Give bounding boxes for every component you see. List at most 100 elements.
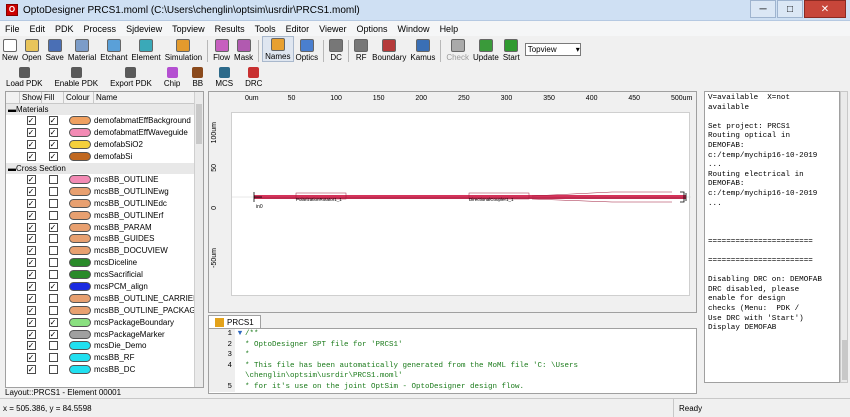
show-checkbox[interactable]: ✓ bbox=[26, 116, 36, 126]
layer-row[interactable]: ✓ ✓ mcsPackageMarker bbox=[6, 328, 203, 340]
colour-swatch[interactable] bbox=[69, 198, 91, 208]
etchant-button[interactable]: Etchant bbox=[98, 36, 129, 62]
colour-swatch[interactable] bbox=[69, 152, 91, 162]
input-port-icon[interactable] bbox=[253, 192, 262, 202]
show-checkbox[interactable]: ✓ bbox=[26, 341, 36, 351]
fill-checkbox[interactable] bbox=[48, 365, 58, 375]
colour-swatch[interactable] bbox=[69, 175, 91, 184]
menu-results[interactable]: Results bbox=[210, 24, 250, 34]
colour-swatch[interactable] bbox=[69, 258, 91, 268]
layer-scrollbar[interactable] bbox=[194, 92, 203, 387]
layer-row[interactable]: ✓ mcsBB_GUIDES bbox=[6, 233, 203, 245]
start-button[interactable]: Start bbox=[501, 36, 522, 62]
show-checkbox[interactable]: ✓ bbox=[26, 222, 36, 232]
open-button[interactable]: Open bbox=[20, 36, 44, 62]
colour-swatch[interactable] bbox=[69, 128, 91, 138]
show-checkbox[interactable]: ✓ bbox=[26, 353, 36, 363]
optics-button[interactable]: Optics bbox=[294, 36, 321, 62]
layer-row[interactable]: ✓ ✓ mcsPackageBoundary bbox=[6, 316, 203, 328]
fill-checkbox[interactable] bbox=[48, 293, 58, 303]
fill-checkbox[interactable] bbox=[48, 270, 58, 280]
fill-checkbox[interactable]: ✓ bbox=[48, 329, 58, 339]
material-button[interactable]: Material bbox=[66, 36, 98, 62]
menu-options[interactable]: Options bbox=[352, 24, 393, 34]
layer-row[interactable]: ✓ mcsBB_OUTLINEwg bbox=[6, 185, 203, 197]
fold-icon[interactable] bbox=[235, 371, 245, 382]
show-checkbox[interactable]: ✓ bbox=[26, 246, 36, 256]
show-checkbox[interactable]: ✓ bbox=[26, 282, 36, 292]
layer-row[interactable]: ✓ ✓ demofabSiO2 bbox=[6, 139, 203, 151]
mask-button[interactable]: Mask bbox=[232, 36, 255, 62]
layer-row[interactable]: ✓ mcsBB_DOCUVIEW bbox=[6, 245, 203, 257]
update-button[interactable]: Update bbox=[471, 36, 501, 62]
dc-button[interactable]: DC bbox=[327, 36, 345, 62]
colour-swatch[interactable] bbox=[69, 210, 91, 220]
fold-icon[interactable] bbox=[235, 382, 245, 393]
layer-group-cross-section[interactable]: ▬ Cross Section bbox=[6, 162, 203, 174]
app-icon[interactable]: O bbox=[6, 4, 18, 16]
maximize-icon[interactable]: □ bbox=[777, 0, 803, 18]
minimize-icon[interactable]: ─ bbox=[750, 0, 776, 18]
bb-button[interactable]: BB bbox=[186, 62, 209, 88]
show-checkbox[interactable]: ✓ bbox=[26, 329, 36, 339]
show-checkbox[interactable]: ✓ bbox=[26, 270, 36, 280]
menu-sjdeview[interactable]: Sjdeview bbox=[121, 24, 167, 34]
layer-row[interactable]: ✓ mcsBB_OUTLINE bbox=[6, 174, 203, 186]
layer-row[interactable]: ✓ mcsBB_OUTLINErf bbox=[6, 209, 203, 221]
show-checkbox[interactable]: ✓ bbox=[26, 293, 36, 303]
fill-checkbox[interactable] bbox=[48, 246, 58, 256]
layer-row[interactable]: ✓ mcsBB_RF bbox=[6, 352, 203, 364]
layer-row[interactable]: ✓ mcsBB_OUTLINE_PACKAGE bbox=[6, 304, 203, 316]
fold-icon[interactable] bbox=[235, 361, 245, 372]
colour-swatch[interactable] bbox=[69, 270, 91, 280]
layer-row[interactable]: ✓ mcsBB_OUTLINE_CARRIER bbox=[6, 292, 203, 304]
show-checkbox[interactable]: ✓ bbox=[26, 198, 36, 208]
names-button[interactable]: Names bbox=[262, 36, 294, 62]
show-checkbox[interactable]: ✓ bbox=[26, 186, 36, 196]
fold-icon[interactable]: ▼ bbox=[235, 329, 245, 340]
topview-canvas[interactable]: 0um 50 100 150 200 250 300 350 400 450 500um 100um… bbox=[208, 91, 697, 313]
menu-edit[interactable]: Edit bbox=[25, 24, 51, 34]
colour-swatch[interactable] bbox=[69, 234, 91, 244]
menu-tools[interactable]: Tools bbox=[250, 24, 281, 34]
menu-help[interactable]: Help bbox=[435, 24, 464, 34]
close-icon[interactable]: ✕ bbox=[804, 0, 846, 18]
show-checkbox[interactable]: ✓ bbox=[26, 305, 36, 315]
colour-swatch[interactable] bbox=[69, 329, 91, 339]
menu-process[interactable]: Process bbox=[79, 24, 122, 34]
show-checkbox[interactable]: ✓ bbox=[26, 128, 36, 138]
menu-topview[interactable]: Topview bbox=[167, 24, 210, 34]
layer-row[interactable]: ✓ mcsDie_Demo bbox=[6, 340, 203, 352]
element-button[interactable]: Element bbox=[129, 36, 162, 62]
header-fill[interactable]: Fill bbox=[42, 92, 64, 103]
colour-swatch[interactable] bbox=[69, 282, 91, 292]
menu-viewer[interactable]: Viewer bbox=[314, 24, 351, 34]
layer-row[interactable]: ✓ ✓ demofabmatEffBackground bbox=[6, 115, 203, 127]
layer-row[interactable]: ✓ mcsBB_OUTLINEdc bbox=[6, 197, 203, 209]
load-pdk-button[interactable]: Load PDK bbox=[0, 62, 48, 88]
fill-checkbox[interactable] bbox=[48, 258, 58, 268]
layer-row[interactable]: ✓ ✓ demofabmatEffWaveguide bbox=[6, 127, 203, 139]
boundary-button[interactable]: Boundary bbox=[370, 36, 408, 62]
fill-checkbox[interactable]: ✓ bbox=[48, 222, 58, 232]
flow-button[interactable]: Flow bbox=[211, 36, 232, 62]
fill-checkbox[interactable]: ✓ bbox=[48, 282, 58, 292]
menu-file[interactable]: File bbox=[0, 24, 25, 34]
header-name[interactable]: Name bbox=[94, 92, 203, 103]
new-button[interactable]: New bbox=[0, 36, 20, 62]
code-editor[interactable]: 1 ▼/** 2 * OptoDesigner SPT file for 'PRCS… bbox=[208, 328, 697, 394]
layer-row[interactable]: ✓ ✓ mcsPCM_align bbox=[6, 281, 203, 293]
tab-prcs1[interactable]: PRCS1 bbox=[208, 315, 261, 328]
layer-row[interactable]: ✓ mcsSacrificial bbox=[6, 269, 203, 281]
show-checkbox[interactable]: ✓ bbox=[26, 365, 36, 375]
menu-window[interactable]: Window bbox=[393, 24, 435, 34]
show-checkbox[interactable]: ✓ bbox=[26, 317, 36, 327]
show-checkbox[interactable]: ✓ bbox=[26, 234, 36, 244]
colour-swatch[interactable] bbox=[69, 186, 91, 196]
show-checkbox[interactable]: ✓ bbox=[26, 175, 36, 184]
drc-button[interactable]: DRC bbox=[239, 62, 268, 88]
kamus-button[interactable]: Kamus bbox=[408, 36, 437, 62]
fill-checkbox[interactable] bbox=[48, 305, 58, 315]
fold-icon[interactable] bbox=[235, 350, 245, 361]
fill-checkbox[interactable]: ✓ bbox=[48, 317, 58, 327]
